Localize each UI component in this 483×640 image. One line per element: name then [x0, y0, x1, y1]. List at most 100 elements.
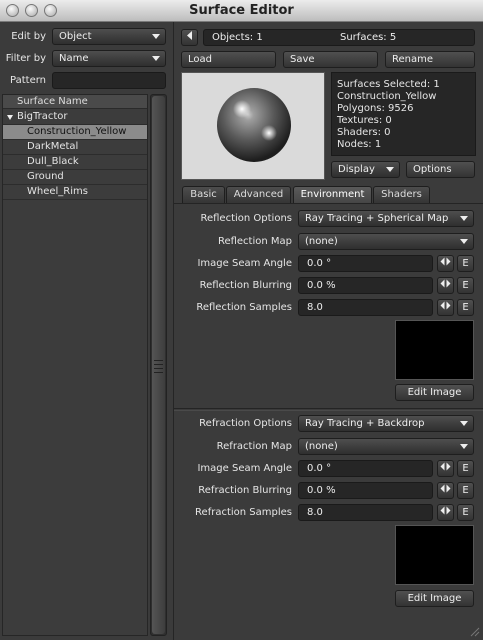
title-bar: Surface Editor [0, 0, 483, 22]
refraction-options-dropdown[interactable]: Ray Tracing + Backdrop [298, 415, 474, 432]
surfaces-count: Surfaces: 5 [340, 32, 397, 43]
edit-by-value: Object [59, 31, 92, 42]
refraction-seam-angle-input[interactable]: 0.0 ° [298, 460, 433, 477]
refraction-blurring-envelope-button[interactable]: E [457, 482, 474, 499]
triangle-left-icon [186, 31, 192, 40]
reflection-samples-label: Reflection Samples [196, 302, 292, 313]
display-dropdown[interactable]: Display [331, 161, 400, 178]
pane-divider [173, 22, 174, 640]
reflection-seam-angle-slider-button[interactable] [437, 255, 454, 272]
list-item[interactable]: Construction_Yellow [3, 125, 147, 140]
surface-list: Surface Name BigTractor Construction_Yel… [2, 94, 148, 636]
filter-by-value: Name [59, 53, 89, 64]
refraction-samples-envelope-button[interactable]: E [457, 504, 474, 521]
list-item[interactable]: Dull_Black [3, 155, 147, 170]
surface-editor-window: Surface Editor Edit by Object Filter by … [0, 0, 483, 640]
reflection-samples-input[interactable]: 8.0 [298, 299, 433, 316]
options-button[interactable]: Options [406, 161, 475, 178]
reflection-blurring-label: Reflection Blurring [199, 280, 292, 291]
refraction-blurring-label: Refraction Blurring [198, 485, 292, 496]
surface-info-panel: Surfaces Selected: 1 Construction_Yellow… [331, 72, 476, 156]
tab-panel-border [174, 203, 483, 204]
filter-by-dropdown[interactable]: Name [52, 50, 166, 67]
reflection-samples-envelope-button[interactable]: E [457, 299, 474, 316]
options-label: Options [413, 164, 452, 175]
collapse-left-button[interactable] [181, 29, 198, 46]
resize-grip-icon[interactable] [468, 625, 480, 637]
refraction-seam-angle-envelope-button[interactable]: E [457, 460, 474, 477]
reflection-options-dropdown[interactable]: Ray Tracing + Spherical Map [298, 210, 474, 227]
refraction-edit-image-button[interactable]: Edit Image [395, 590, 474, 607]
left-right-arrows-icon [440, 301, 451, 310]
grip-line [154, 368, 163, 369]
section-separator-highlight [174, 410, 483, 411]
refraction-options-label: Refraction Options [199, 418, 292, 429]
tab-environment[interactable]: Environment [293, 186, 372, 203]
list-item-bigtractor[interactable]: BigTractor [3, 110, 147, 125]
left-right-arrows-icon [440, 462, 451, 471]
reflection-blurring-input[interactable]: 0.0 % [298, 277, 433, 294]
refraction-samples-input[interactable]: 8.0 [298, 504, 433, 521]
reflection-samples-slider-button[interactable] [437, 299, 454, 316]
chevron-down-icon [460, 216, 468, 221]
rename-button[interactable]: Rename [385, 51, 475, 68]
window-title: Surface Editor [189, 3, 294, 18]
info-line: Textures: 0 [337, 115, 392, 126]
refraction-seam-angle-slider-button[interactable] [437, 460, 454, 477]
reflection-map-dropdown[interactable]: (none) [298, 233, 474, 250]
left-right-arrows-icon [440, 506, 451, 515]
reflection-blurring-slider-button[interactable] [437, 277, 454, 294]
display-label: Display [338, 164, 375, 175]
list-item[interactable]: Wheel_Rims [3, 185, 147, 200]
reflection-seam-angle-input[interactable]: 0.0 ° [298, 255, 433, 272]
info-line: Polygons: 9526 [337, 103, 414, 114]
pattern-label: Pattern [10, 75, 46, 86]
reflection-image-preview [395, 320, 474, 380]
chevron-down-icon [460, 421, 468, 426]
grip-line [154, 372, 163, 373]
reflection-edit-image-button[interactable]: Edit Image [395, 384, 474, 401]
edit-by-dropdown[interactable]: Object [52, 28, 166, 45]
refraction-blurring-slider-button[interactable] [437, 482, 454, 499]
list-item[interactable]: DarkMetal [3, 140, 147, 155]
tab-advanced[interactable]: Advanced [226, 186, 291, 203]
refraction-samples-slider-button[interactable] [437, 504, 454, 521]
left-right-arrows-icon [440, 257, 451, 266]
refraction-samples-label: Refraction Samples [195, 507, 292, 518]
reflection-options-label: Reflection Options [200, 213, 292, 224]
save-button[interactable]: Save [283, 51, 378, 68]
chevron-down-icon [386, 167, 394, 172]
refraction-seam-angle-label: Image Seam Angle [197, 463, 292, 474]
expand-triangle-icon[interactable] [7, 115, 13, 120]
load-button[interactable]: Load [181, 51, 276, 68]
scrollbar-thumb[interactable] [152, 96, 165, 634]
objects-count: Objects: 1 [212, 32, 263, 43]
tab-shaders[interactable]: Shaders [373, 186, 430, 203]
surface-preview[interactable] [181, 72, 325, 180]
refraction-image-preview [395, 525, 474, 585]
object-surface-count-bar: Objects: 1 Surfaces: 5 [203, 29, 475, 46]
tab-basic[interactable]: Basic [182, 186, 225, 203]
list-scrollbar[interactable] [150, 94, 167, 636]
info-line: Surfaces Selected: 1 [337, 79, 440, 90]
refraction-options-value: Ray Tracing + Backdrop [305, 418, 425, 429]
edit-by-label: Edit by [11, 31, 46, 42]
grip-line [154, 364, 163, 365]
refraction-blurring-input[interactable]: 0.0 % [298, 482, 433, 499]
refraction-map-label: Refraction Map [216, 441, 292, 452]
pattern-input[interactable] [52, 72, 166, 89]
left-right-arrows-icon [440, 484, 451, 493]
surface-name-column-header[interactable]: Surface Name [3, 95, 147, 109]
reflection-seam-angle-label: Image Seam Angle [197, 258, 292, 269]
reflection-seam-angle-envelope-button[interactable]: E [457, 255, 474, 272]
chevron-down-icon [152, 56, 160, 61]
info-line: Construction_Yellow [337, 91, 437, 102]
list-item[interactable]: Ground [3, 170, 147, 185]
section-separator [174, 408, 483, 409]
left-right-arrows-icon [440, 279, 451, 288]
refraction-map-dropdown[interactable]: (none) [298, 438, 474, 455]
sphere-preview-image [217, 88, 291, 162]
reflection-blurring-envelope-button[interactable]: E [457, 277, 474, 294]
info-line: Shaders: 0 [337, 127, 391, 138]
list-item-label: BigTractor [17, 111, 68, 122]
